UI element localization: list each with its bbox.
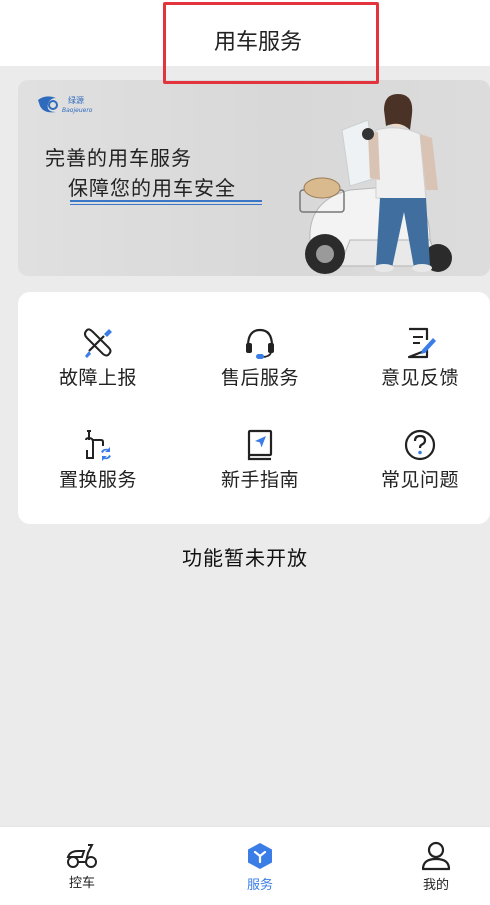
banner-subheadline: 保障您的用车安全	[68, 176, 236, 200]
service-label: 新手指南	[220, 469, 299, 491]
tab-label: 控车	[68, 876, 95, 891]
service-label: 常见问题	[380, 469, 459, 491]
service-fault-report[interactable]: 故障上报	[28, 326, 168, 406]
page-title: 用车服务	[163, 2, 379, 84]
tab-control-vehicle[interactable]: 控车	[52, 841, 112, 891]
service-feedback[interactable]: 意见反馈	[350, 326, 490, 406]
service-after-sales[interactable]: 售后服务	[190, 326, 330, 406]
scooter-icon	[66, 844, 97, 868]
service-label: 故障上报	[58, 367, 137, 389]
guide-book-icon	[247, 429, 273, 461]
service-trade-in[interactable]: 置换服务	[28, 428, 168, 508]
service-faq[interactable]: 常见问题	[350, 428, 490, 508]
tab-label: 我的	[422, 878, 449, 893]
brand-name: 绿源	[68, 96, 84, 105]
banner-underline	[70, 200, 262, 205]
service-label: 置换服务	[58, 469, 137, 491]
headset-icon	[246, 328, 274, 359]
service-grid-card: 故障上报 售后服务 意见反馈 置换服务 新手指南 常见问题	[18, 292, 490, 524]
feature-unavailable-notice: 功能暂未开放	[182, 546, 308, 570]
tab-label: 服务	[246, 878, 273, 893]
brand-logo: 绿源 Baojeuero	[36, 92, 116, 116]
service-hexagon-icon	[248, 843, 272, 869]
scooter-swap-icon	[85, 430, 111, 461]
bottom-tab-bar: 控车 服务 我的	[0, 826, 490, 905]
brand-en: Baojeuero	[62, 107, 93, 114]
scooter-rider-image	[280, 90, 490, 276]
service-beginner-guide[interactable]: 新手指南	[190, 428, 330, 508]
wrench-screwdriver-icon	[84, 328, 112, 358]
promo-banner[interactable]: 绿源 Baojeuero 完善的用车服务 保障您的用车安全	[18, 80, 490, 276]
note-pencil-icon	[407, 327, 436, 359]
tab-mine[interactable]: 我的	[406, 841, 466, 893]
question-circle-icon	[404, 429, 436, 461]
banner-headline: 完善的用车服务	[45, 146, 192, 170]
service-label: 意见反馈	[380, 367, 459, 389]
tab-service[interactable]: 服务	[230, 841, 290, 893]
service-label: 售后服务	[220, 367, 299, 389]
person-icon	[421, 841, 451, 871]
